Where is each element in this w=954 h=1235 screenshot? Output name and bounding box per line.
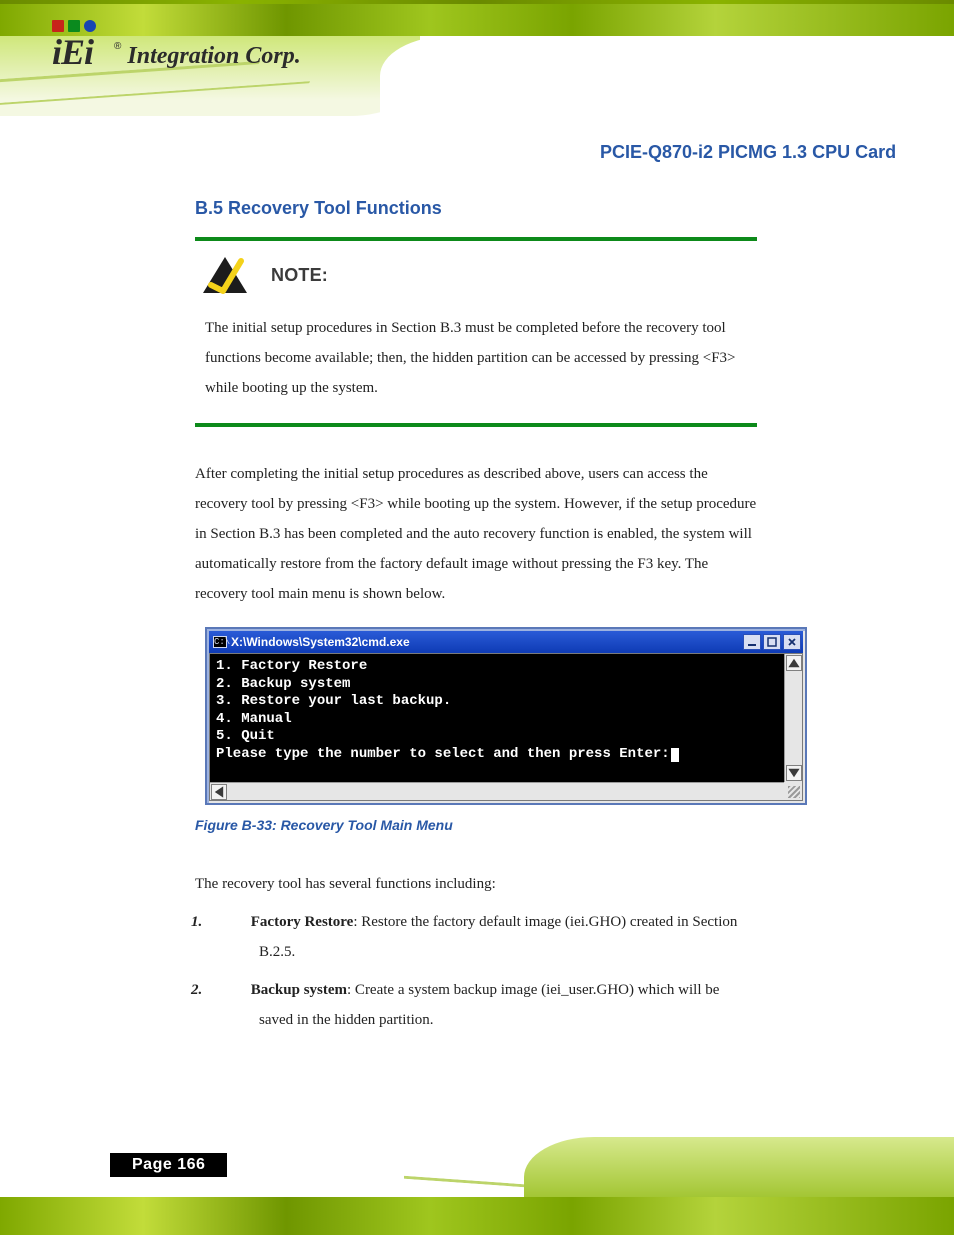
cmd-output: 1. Factory Restore 2. Backup system 3. R… <box>210 654 784 782</box>
details-item-title: Backup system <box>251 982 347 998</box>
note-callout: NOTE: The initial setup procedures in Se… <box>195 237 757 427</box>
details-item: 2. Backup system: Create a system backup… <box>195 975 757 1035</box>
footer-pattern <box>0 1197 954 1235</box>
footer-swoosh <box>404 1151 524 1187</box>
scroll-track[interactable] <box>785 672 802 764</box>
scroll-down-button[interactable] <box>786 765 802 781</box>
scroll-up-button[interactable] <box>786 655 802 671</box>
cmd-titlebar: C:\ X:\Windows\System32\cmd.exe <box>209 631 803 653</box>
brand-wordmark: Integration Corp. <box>127 44 300 74</box>
note-text: The initial setup procedures in Section … <box>205 313 747 403</box>
function-details: The recovery tool has several functions … <box>195 869 757 1035</box>
details-item-index: 1. <box>225 914 247 931</box>
page-number: Page 166 <box>110 1153 227 1177</box>
product-title: PCIE-Q870-i2 PICMG 1.3 CPU Card <box>600 142 896 163</box>
scroll-track[interactable] <box>228 783 784 800</box>
header-banner: iEi ® Integration Corp. <box>0 0 954 112</box>
cmd-line: 4. Manual <box>216 711 778 729</box>
details-item: 1. Factory Restore: Restore the factory … <box>195 907 757 967</box>
horizontal-scrollbar[interactable] <box>210 782 802 800</box>
brand-mark-icon: iEi <box>52 18 108 74</box>
close-button[interactable] <box>783 634 801 650</box>
note-label: NOTE: <box>271 265 328 286</box>
scroll-left-button[interactable] <box>211 784 227 800</box>
brand-registered: ® <box>114 18 121 52</box>
maximize-button[interactable] <box>763 634 781 650</box>
footer-curve <box>524 1137 954 1197</box>
cmd-title: X:\Windows\System32\cmd.exe <box>227 635 743 649</box>
cmd-line: 1. Factory Restore <box>216 658 778 676</box>
footer-banner: Page 166 <box>0 1135 954 1235</box>
cmd-line: 3. Restore your last backup. <box>216 693 778 711</box>
details-lead: The recovery tool has several functions … <box>195 869 757 899</box>
details-item-index: 2. <box>225 982 247 999</box>
cmd-client-area: 1. Factory Restore 2. Backup system 3. R… <box>209 653 803 801</box>
note-rule-bottom <box>195 423 757 427</box>
section-heading: B.5 Recovery Tool Functions <box>195 198 757 219</box>
minimize-button[interactable] <box>743 634 761 650</box>
cmd-cursor <box>671 748 679 762</box>
brand-logo: iEi ® Integration Corp. <box>52 18 301 74</box>
cmd-app-icon: C:\ <box>213 636 227 648</box>
cmd-window: C:\ X:\Windows\System32\cmd.exe 1. Facto… <box>205 627 807 805</box>
details-item-title: Factory Restore <box>251 914 354 930</box>
cmd-line: 5. Quit <box>216 728 778 746</box>
figure-caption: Figure B-33: Recovery Tool Main Menu <box>195 817 757 833</box>
cmd-line: Please type the number to select and the… <box>216 746 670 762</box>
resize-grip-icon[interactable] <box>784 782 802 800</box>
page-content: B.5 Recovery Tool Functions NOTE: The in… <box>195 198 757 1035</box>
intro-paragraph: After completing the initial setup proce… <box>195 459 757 609</box>
header-curve-right <box>380 36 954 116</box>
brand-mark-text: iEi <box>52 34 93 70</box>
note-icon <box>201 255 249 295</box>
cmd-line: 2. Backup system <box>216 676 778 694</box>
vertical-scrollbar[interactable] <box>784 654 802 782</box>
